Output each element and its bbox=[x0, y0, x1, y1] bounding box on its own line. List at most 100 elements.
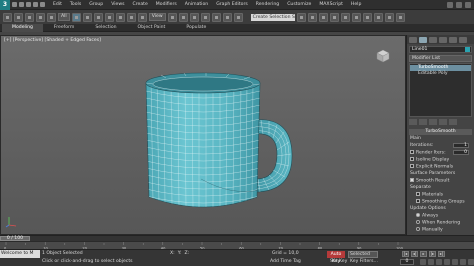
iterations-spinner[interactable]: 1 bbox=[453, 143, 469, 148]
angle-snap-icon[interactable] bbox=[211, 12, 221, 22]
unlink-icon[interactable] bbox=[36, 12, 45, 22]
zoom-all-icon[interactable] bbox=[428, 259, 434, 265]
auto-key-button[interactable]: Auto Key bbox=[327, 251, 345, 264]
previous-frame-icon[interactable]: ◂| bbox=[411, 251, 418, 257]
schematic-view-icon[interactable] bbox=[351, 12, 361, 22]
link-icon[interactable] bbox=[25, 12, 34, 22]
select-scale-icon[interactable] bbox=[137, 12, 147, 22]
tab-modeling[interactable]: Modeling bbox=[2, 23, 43, 32]
save-icon[interactable] bbox=[26, 2, 31, 7]
menu-graph-editors[interactable]: Graph Editors bbox=[212, 0, 252, 10]
explicit-normals-checkbox[interactable] bbox=[410, 164, 414, 168]
reference-coordinate-dropdown[interactable]: View bbox=[148, 13, 166, 21]
go-to-start-icon[interactable]: |◂ bbox=[402, 251, 409, 257]
selection-filter-dropdown[interactable]: All bbox=[58, 13, 70, 21]
maximize-viewport-icon[interactable] bbox=[468, 259, 474, 265]
orbit-icon[interactable] bbox=[460, 259, 466, 265]
mug-mesh[interactable] bbox=[1, 36, 406, 235]
z-coordinate-label[interactable]: Z: bbox=[184, 251, 189, 256]
smoothing-groups-checkbox[interactable] bbox=[416, 199, 420, 203]
always-radio[interactable] bbox=[416, 213, 420, 217]
y-coordinate-label[interactable]: Y: bbox=[178, 251, 182, 256]
tab-object-paint[interactable]: Object Paint bbox=[128, 24, 176, 32]
configure-modifier-sets-icon[interactable] bbox=[449, 119, 457, 125]
pan-icon[interactable] bbox=[452, 259, 458, 265]
utilities-tab-icon[interactable] bbox=[459, 37, 467, 43]
open-icon[interactable] bbox=[19, 2, 24, 7]
zoom-extents-icon[interactable] bbox=[436, 259, 442, 265]
align-icon[interactable] bbox=[307, 12, 317, 22]
spinner-snap-icon[interactable] bbox=[233, 12, 243, 22]
redo-icon[interactable] bbox=[14, 12, 23, 22]
app-logo[interactable]: 3 bbox=[0, 0, 10, 10]
select-rotate-icon[interactable] bbox=[126, 12, 136, 22]
material-editor-icon[interactable] bbox=[362, 12, 372, 22]
rendered-frame-window-icon[interactable] bbox=[384, 12, 394, 22]
display-tab-icon[interactable] bbox=[449, 37, 457, 43]
selected-dropdown[interactable]: Selected bbox=[348, 251, 378, 258]
hierarchy-tab-icon[interactable] bbox=[429, 37, 437, 43]
menu-views[interactable]: Views bbox=[107, 0, 128, 10]
layer-manager-icon[interactable] bbox=[318, 12, 328, 22]
when-rendering-radio[interactable] bbox=[416, 220, 420, 224]
add-time-tag-button[interactable]: Add Time Tag bbox=[270, 259, 301, 264]
pin-stack-icon[interactable] bbox=[409, 119, 417, 125]
current-frame-field[interactable]: 0 bbox=[400, 259, 414, 265]
tab-freeform[interactable]: Freeform bbox=[44, 24, 84, 32]
create-tab-icon[interactable] bbox=[409, 37, 417, 43]
modify-tab-icon[interactable] bbox=[419, 37, 427, 43]
new-icon[interactable] bbox=[12, 2, 17, 7]
named-selection-sets-input[interactable]: Create Selection Se bbox=[250, 13, 295, 21]
object-color-swatch[interactable] bbox=[465, 47, 470, 52]
render-iters-checkbox[interactable] bbox=[410, 150, 414, 154]
remove-modifier-icon[interactable] bbox=[439, 119, 447, 125]
undo-icon[interactable] bbox=[33, 2, 38, 7]
curve-editor-icon[interactable] bbox=[340, 12, 350, 22]
menu-maxscript[interactable]: MAXScript bbox=[315, 0, 347, 10]
menu-customize[interactable]: Customize bbox=[283, 0, 315, 10]
render-iters-spinner[interactable]: 0 bbox=[453, 150, 469, 155]
redo-icon[interactable] bbox=[40, 2, 45, 7]
menu-rendering[interactable]: Rendering bbox=[252, 0, 283, 10]
select-manipulate-icon[interactable] bbox=[178, 12, 188, 22]
next-frame-icon[interactable]: |▸ bbox=[429, 251, 436, 257]
zoom-icon[interactable] bbox=[420, 259, 426, 265]
modifier-list-dropdown[interactable]: Modifier List bbox=[409, 55, 472, 62]
info-icon[interactable] bbox=[447, 1, 453, 8]
menu-group[interactable]: Group bbox=[85, 0, 107, 10]
smooth-result-checkbox[interactable] bbox=[410, 178, 414, 182]
tab-populate[interactable]: Populate bbox=[176, 24, 216, 32]
field-of-view-icon[interactable] bbox=[444, 259, 450, 265]
tab-selection[interactable]: Selection bbox=[85, 24, 126, 32]
snaps-toggle-icon[interactable] bbox=[200, 12, 210, 22]
undo-icon[interactable] bbox=[3, 12, 12, 22]
show-end-result-icon[interactable] bbox=[419, 119, 427, 125]
maxscript-mini-listener[interactable]: Welcome to M bbox=[0, 250, 40, 258]
menu-edit[interactable]: Edit bbox=[49, 0, 66, 10]
viewcube-icon[interactable] bbox=[375, 48, 391, 64]
go-to-end-icon[interactable]: ▸| bbox=[438, 251, 445, 257]
manually-radio[interactable] bbox=[416, 227, 420, 231]
rollout-turbosmooth[interactable]: TurboSmooth bbox=[409, 129, 472, 135]
isoline-display-checkbox[interactable] bbox=[410, 157, 414, 161]
mirror-icon[interactable] bbox=[296, 12, 306, 22]
motion-tab-icon[interactable] bbox=[439, 37, 447, 43]
pivot-center-icon[interactable] bbox=[167, 12, 177, 22]
set-key-button[interactable]: Set Key bbox=[330, 259, 347, 264]
keyboard-shortcut-icon[interactable] bbox=[189, 12, 199, 22]
stack-item-editable-poly[interactable]: Editable Poly bbox=[410, 71, 471, 77]
menu-modifiers[interactable]: Modifiers bbox=[152, 0, 181, 10]
play-icon[interactable]: ▸ bbox=[420, 251, 427, 257]
window-crossing-icon[interactable] bbox=[104, 12, 114, 22]
percent-snap-icon[interactable] bbox=[222, 12, 232, 22]
star-icon[interactable] bbox=[456, 1, 462, 8]
menu-tools[interactable]: Tools bbox=[66, 0, 85, 10]
perspective-viewport[interactable]: [+] [Perspective] [Shaded + Edged Faces] bbox=[0, 35, 406, 235]
render-production-icon[interactable] bbox=[395, 12, 405, 22]
menu-help[interactable]: Help bbox=[347, 0, 365, 10]
x-coordinate-label[interactable]: X: bbox=[170, 251, 175, 256]
object-name-field[interactable]: Line01 bbox=[409, 46, 472, 53]
key-filters-button[interactable]: Key Filters... bbox=[350, 259, 378, 264]
help-icon[interactable] bbox=[465, 1, 471, 8]
graphite-toolbar-icon[interactable] bbox=[329, 12, 339, 22]
